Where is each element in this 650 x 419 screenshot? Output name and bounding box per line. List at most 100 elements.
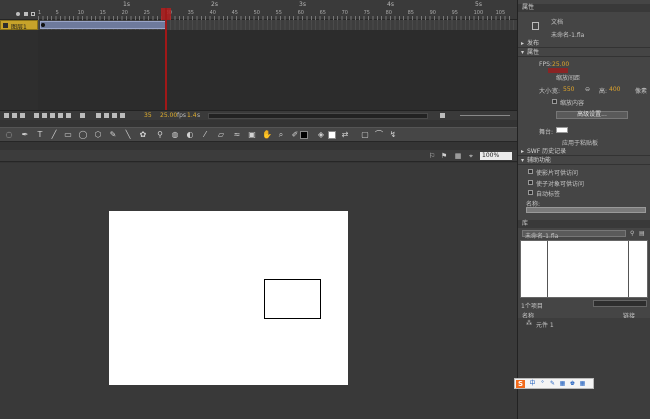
new-folder-icon[interactable] <box>12 113 17 118</box>
properties-tab[interactable]: 属性 <box>518 4 650 12</box>
swap-colors-icon[interactable]: ⇄ <box>340 130 350 140</box>
fill-bucket-icon[interactable]: ◈ <box>316 130 326 140</box>
edit-symbol-icon[interactable]: ⚑ <box>440 152 448 160</box>
ime-chinese-mode[interactable]: 中 <box>529 380 536 388</box>
deco-icon[interactable]: ✿ <box>138 130 148 140</box>
lasso-icon[interactable]: ◌ <box>4 130 14 140</box>
timeline-panel: 1s 2s 3s 4s 5s 1510152025303540455055606… <box>0 0 637 120</box>
ruler-frame-label: 65 <box>319 10 326 16</box>
fill-color-swatch[interactable] <box>328 131 336 139</box>
auto-label-checkbox[interactable] <box>528 190 533 195</box>
ime-punctuation-icon[interactable]: ° <box>539 380 546 388</box>
library-tab[interactable]: 库 <box>518 220 650 228</box>
layer-name: 图层1 <box>11 24 27 31</box>
smooth-icon[interactable]: ↯ <box>388 130 398 140</box>
ime-keyboard-icon[interactable]: ▦ <box>559 380 566 388</box>
first-frame-icon[interactable] <box>34 113 39 118</box>
last-frame-icon[interactable] <box>66 113 71 118</box>
edit-multiple-icon[interactable] <box>112 113 117 118</box>
rectangle-shape[interactable] <box>264 279 321 319</box>
onion-markers-icon[interactable] <box>120 113 125 118</box>
height-field[interactable]: 400 <box>609 86 620 93</box>
accessible-movie-checkbox[interactable] <box>528 169 533 174</box>
paint-bucket-icon[interactable]: ◍ <box>170 130 180 140</box>
fps-field[interactable]: 25.00 <box>552 61 569 68</box>
bone-icon[interactable]: ⚲ <box>155 130 165 140</box>
link-icon[interactable]: ⊖ <box>585 86 590 93</box>
stroke-pencil-icon[interactable]: ✐ <box>290 130 300 140</box>
library-document-select[interactable]: 未命名-1.fla <box>522 230 626 240</box>
layer-row[interactable]: 图层1 <box>0 20 517 31</box>
brush-icon[interactable]: ╲ <box>123 130 133 140</box>
pin-library-icon[interactable]: ⚲ <box>630 230 634 237</box>
new-layer-icon[interactable] <box>4 113 9 118</box>
snap-icon[interactable]: ⌒ <box>374 130 384 140</box>
clip-icon[interactable]: ▦ <box>454 152 462 160</box>
width-field[interactable]: 550 <box>563 86 574 93</box>
zoom-icon[interactable]: ⌕ <box>276 130 286 140</box>
section-properties[interactable]: 属性 <box>518 49 650 57</box>
center-frame-icon[interactable] <box>440 113 445 118</box>
layer-name-cell[interactable]: 图层1 <box>0 20 38 31</box>
section-publish[interactable]: 发布 <box>518 40 650 48</box>
edit-scene-icon[interactable]: ⚐ <box>428 152 436 160</box>
list-item[interactable]: ⁂ 元件 1 <box>518 320 650 329</box>
library-search-input[interactable] <box>593 300 647 307</box>
section-accessibility[interactable]: 辅助功能 <box>518 157 650 165</box>
ruler-frame-label: 45 <box>231 10 238 16</box>
elapsed-time[interactable]: 1.4 <box>187 112 197 119</box>
oval-icon[interactable]: ◯ <box>78 130 88 140</box>
stage-canvas[interactable] <box>109 211 348 385</box>
loop-icon[interactable] <box>80 113 85 118</box>
delete-layer-icon[interactable] <box>20 113 25 118</box>
line-icon[interactable]: ╱ <box>49 130 59 140</box>
ruler-frame-label: 80 <box>385 10 392 16</box>
hand-icon[interactable]: ✋ <box>262 130 272 140</box>
lock-icon[interactable] <box>24 12 28 16</box>
accessible-children-checkbox[interactable] <box>528 180 533 185</box>
onion-outline-icon[interactable] <box>104 113 109 118</box>
play-icon[interactable] <box>50 113 55 118</box>
playhead[interactable] <box>165 8 167 111</box>
ime-handwrite-icon[interactable]: ✎ <box>549 380 556 388</box>
new-library-icon[interactable]: ▤ <box>639 230 645 237</box>
scale-content-checkbox[interactable] <box>552 99 557 104</box>
eyedropper-icon[interactable]: ⁄ <box>200 130 210 140</box>
current-frame[interactable]: 35 <box>144 112 152 119</box>
ruler-second-label: 5s <box>475 1 482 8</box>
advanced-settings-button[interactable]: 高级设置... <box>556 111 628 119</box>
frame-ruler[interactable]: 1s 2s 3s 4s 5s 1510152025303540455055606… <box>0 0 637 20</box>
ink-bottle-icon[interactable]: ◐ <box>185 130 195 140</box>
ime-tools-icon[interactable]: ▦ <box>579 380 586 388</box>
keyframe[interactable] <box>41 23 45 27</box>
frame-span[interactable] <box>40 21 166 29</box>
camera-icon[interactable]: ▣ <box>247 130 257 140</box>
zoom-select[interactable]: 100% <box>480 152 512 160</box>
eye-icon[interactable] <box>16 12 20 16</box>
rectangle-icon[interactable]: ▭ <box>63 130 73 140</box>
center-stage-icon[interactable]: ⌖ <box>467 152 475 160</box>
sogou-logo[interactable]: S <box>516 380 525 388</box>
eraser-icon[interactable]: ▱ <box>216 130 226 140</box>
polystar-icon[interactable]: ⬡ <box>93 130 103 140</box>
pen-icon[interactable]: ✒ <box>20 130 30 140</box>
fps-value[interactable]: 25.00 <box>160 112 177 119</box>
pencil-icon[interactable]: ✎ <box>108 130 118 140</box>
ime-skin-icon[interactable]: ♚ <box>569 380 576 388</box>
stage-color-swatch[interactable] <box>556 127 568 133</box>
stroke-color-swatch[interactable] <box>300 131 308 139</box>
object-drawing-icon[interactable]: ▢ <box>360 130 370 140</box>
name-input[interactable] <box>526 207 646 213</box>
onion-skin-icon[interactable] <box>96 113 101 118</box>
ime-toolbar: S 中 ° ✎ ▦ ♚ ▦ <box>514 378 594 389</box>
next-frame-icon[interactable] <box>58 113 63 118</box>
section-swf-history[interactable]: SWF 历史记录 <box>518 148 650 156</box>
prev-frame-icon[interactable] <box>42 113 47 118</box>
frame-size-slider[interactable] <box>460 115 510 116</box>
width-tool-icon[interactable]: ≈ <box>232 130 242 140</box>
timeline-scrollbar[interactable] <box>208 113 428 119</box>
outline-icon[interactable] <box>31 12 35 16</box>
text-icon[interactable]: T <box>35 130 45 140</box>
apply-pasteboard-label[interactable]: 应用于粘贴板 <box>562 138 598 147</box>
ruler-frame-label: 95 <box>451 10 458 16</box>
